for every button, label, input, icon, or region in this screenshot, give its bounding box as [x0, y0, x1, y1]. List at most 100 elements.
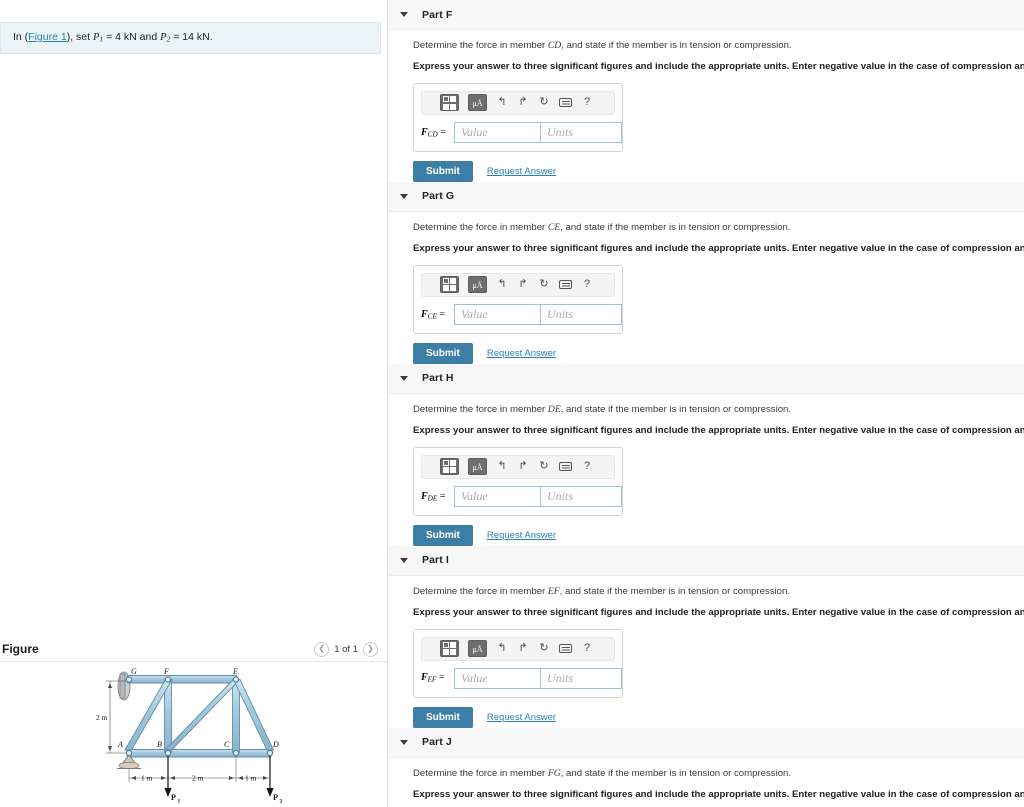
undo-icon[interactable]: ↰ — [496, 97, 508, 108]
part-j-header[interactable]: Part J — [388, 727, 1024, 758]
math-template-icon[interactable] — [440, 94, 459, 112]
part-f-section: Part F Determine the force in member CD,… — [388, 0, 1024, 182]
figure-title: Figure — [2, 642, 39, 656]
micro-angstrom-units-icon[interactable]: μÅ — [468, 640, 487, 658]
figure-image[interactable]: 2 m 1 m 2 m 1 m P 1 P 2 G F E A B C D — [0, 664, 388, 807]
redo-icon[interactable]: ↱ — [517, 279, 529, 290]
part-h-request-answer-link[interactable]: Request Answer — [487, 530, 556, 541]
undo-icon[interactable]: ↰ — [496, 643, 508, 654]
load-p1-label: P — [171, 793, 176, 802]
reset-icon[interactable]: ↻ — [538, 461, 550, 472]
chevron-down-icon[interactable] — [400, 193, 408, 199]
redo-icon[interactable]: ↱ — [517, 97, 529, 108]
part-h-value-input[interactable] — [454, 485, 540, 507]
part-f-header[interactable]: Part F — [388, 0, 1024, 30]
answer-symbol: F — [421, 672, 428, 684]
part-f-units-input[interactable] — [540, 121, 622, 143]
part-j-title: Part J — [422, 736, 452, 749]
part-g-request-answer-link[interactable]: Request Answer — [487, 348, 556, 359]
part-h-prompt: Determine the force in member DE, and st… — [413, 404, 1024, 416]
part-j-prompt: Determine the force in member FG, and st… — [413, 768, 1024, 780]
part-h-submit-button[interactable]: Submit — [413, 524, 473, 546]
math-template-icon[interactable] — [440, 276, 459, 294]
intro-p2-value: = 14 kN. — [170, 31, 213, 43]
undo-icon[interactable]: ↰ — [496, 279, 508, 290]
part-i-submit-button[interactable]: Submit — [413, 706, 473, 728]
chevron-down-icon[interactable] — [400, 739, 408, 745]
help-icon[interactable]: ? — [581, 97, 593, 108]
redo-icon[interactable]: ↱ — [517, 461, 529, 472]
help-icon[interactable]: ? — [581, 461, 593, 472]
part-g-submit-button[interactable]: Submit — [413, 342, 473, 364]
keyboard-icon[interactable] — [559, 644, 572, 654]
part-g-value-input[interactable] — [454, 303, 540, 325]
part-h-header[interactable]: Part H — [388, 363, 1024, 394]
answer-equals: = — [436, 672, 445, 684]
micro-angstrom-units-icon[interactable]: μÅ — [468, 94, 487, 112]
chevron-down-icon[interactable] — [400, 557, 408, 563]
figure-link[interactable]: Figure 1 — [28, 31, 67, 43]
load-p2-label: P — [273, 793, 278, 802]
help-icon[interactable]: ? — [581, 279, 593, 290]
part-g-answer-label: FCE = — [421, 309, 449, 321]
reset-icon[interactable]: ↻ — [538, 279, 550, 290]
part-i-field-row: FEF = — [421, 667, 622, 689]
keyboard-icon[interactable] — [559, 98, 572, 108]
part-g-field-row: FCE = — [421, 303, 622, 325]
part-g-body: Determine the force in member CE, and st… — [388, 212, 1024, 364]
part-g-answer-box: μÅ ↰ ↱ ↻ ? FCE = — [413, 264, 623, 334]
part-h-section: Part H Determine the force in member DE,… — [388, 363, 1024, 546]
undo-icon[interactable]: ↰ — [496, 461, 508, 472]
part-g-toolbar[interactable]: μÅ ↰ ↱ ↻ ? — [421, 272, 615, 297]
part-i-request-answer-link[interactable]: Request Answer — [487, 712, 556, 723]
part-g-actions: Submit Request Answer — [413, 342, 1024, 364]
part-g-header[interactable]: Part G — [388, 181, 1024, 212]
intro-p1-value: = 4 kN and — [103, 31, 161, 43]
micro-angstrom-units-icon[interactable]: μÅ — [468, 276, 487, 294]
part-i-toolbar[interactable]: μÅ ↰ ↱ ↻ ? — [421, 636, 615, 661]
joint-label-A: A — [117, 740, 123, 749]
figure-pager-label: 1 of 1 — [334, 643, 358, 655]
part-i-actions: Submit Request Answer — [413, 706, 1024, 728]
part-i-header[interactable]: Part I — [388, 545, 1024, 576]
part-g-units-input[interactable] — [540, 303, 622, 325]
part-h-body: Determine the force in member DE, and st… — [388, 394, 1024, 546]
reset-icon[interactable]: ↻ — [538, 97, 550, 108]
part-i-prompt: Determine the force in member EF, and st… — [413, 586, 1024, 598]
redo-icon[interactable]: ↱ — [517, 643, 529, 654]
part-j-member: FG — [547, 767, 561, 779]
keyboard-icon[interactable] — [559, 280, 572, 290]
chevron-down-icon[interactable] — [400, 12, 408, 17]
answer-symbol: F — [421, 490, 428, 502]
figure-header: Figure ❮ 1 of 1 ❯ — [0, 638, 388, 660]
prompt-suffix: , and state if the member is in tension … — [560, 767, 792, 779]
dim-height-label: 2 m — [96, 713, 108, 722]
math-template-icon[interactable] — [440, 458, 459, 476]
part-f-request-answer-link[interactable]: Request Answer — [487, 166, 556, 177]
answer-symbol: F — [421, 126, 428, 138]
reset-icon[interactable]: ↻ — [538, 643, 550, 654]
part-i-units-input[interactable] — [540, 667, 622, 689]
joint-label-C: C — [224, 740, 230, 749]
micro-angstrom-units-icon[interactable]: μÅ — [468, 458, 487, 476]
part-f-submit-button[interactable]: Submit — [413, 160, 473, 182]
part-i-value-input[interactable] — [454, 667, 540, 689]
part-h-units-input[interactable] — [540, 485, 622, 507]
joint-label-D: D — [272, 740, 279, 749]
help-icon[interactable]: ? — [581, 643, 593, 654]
intro-prefix: In ( — [13, 31, 29, 43]
part-i-section: Part I Determine the force in member EF,… — [388, 545, 1024, 728]
part-h-answer-box: μÅ ↰ ↱ ↻ ? FDE = — [413, 446, 623, 516]
next-figure-button[interactable]: ❯ — [363, 641, 378, 657]
part-f-toolbar[interactable]: μÅ ↰ ↱ ↻ ? — [421, 90, 615, 115]
part-h-toolbar[interactable]: μÅ ↰ ↱ ↻ ? — [421, 454, 615, 479]
keyboard-icon[interactable] — [559, 462, 572, 472]
prev-figure-button[interactable]: ❮ — [314, 641, 330, 657]
math-template-icon[interactable] — [440, 640, 459, 658]
dim-bc-label: 2 m — [192, 774, 204, 783]
prompt-suffix: , and state if the member is in tension … — [561, 40, 792, 51]
parts-panel[interactable]: Part F Determine the force in member CD,… — [388, 0, 1024, 807]
chevron-down-icon[interactable] — [400, 375, 408, 381]
part-g-member: CE — [547, 221, 561, 233]
part-f-value-input[interactable] — [454, 121, 540, 143]
